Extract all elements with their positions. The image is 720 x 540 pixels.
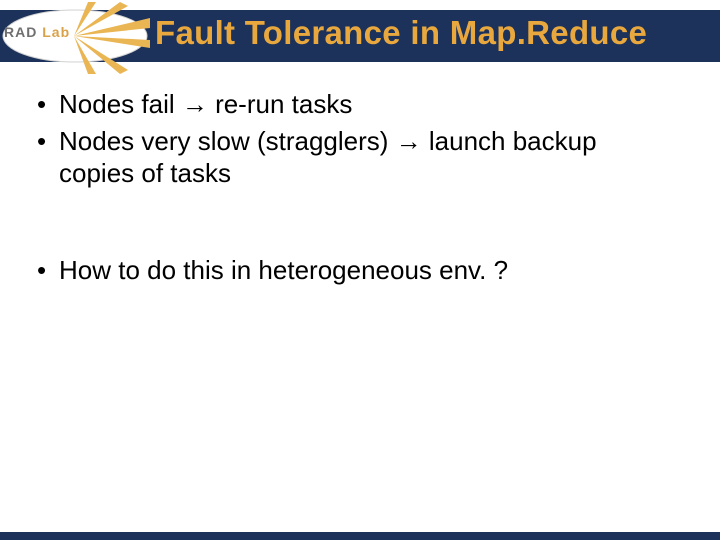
bullet-item: Nodes fail → re-run tasks bbox=[35, 88, 675, 121]
spacer bbox=[35, 194, 675, 254]
logo-text: RAD Lab bbox=[4, 24, 70, 40]
logo-rays-icon bbox=[0, 0, 150, 80]
content-area: Nodes fail → re-run tasks Nodes very slo… bbox=[35, 88, 675, 290]
logo-text-lab: Lab bbox=[42, 24, 70, 40]
bullet-text: How to do this in heterogeneous env. ? bbox=[59, 255, 508, 285]
slide-title: Fault Tolerance in Map.Reduce bbox=[155, 14, 715, 52]
bullet-text: Nodes fail → re-run tasks bbox=[59, 89, 352, 119]
slide: Fault Tolerance in Map.Reduce RAD Lab No… bbox=[0, 0, 720, 540]
logo: RAD Lab bbox=[0, 0, 150, 72]
bullet-item: How to do this in heterogeneous env. ? bbox=[35, 254, 675, 287]
bullet-item: Nodes very slow (stragglers) → launch ba… bbox=[35, 125, 675, 190]
footer-bar bbox=[0, 532, 720, 540]
bullet-text: Nodes very slow (stragglers) → launch ba… bbox=[59, 126, 597, 189]
logo-text-rad: RAD bbox=[4, 24, 37, 40]
